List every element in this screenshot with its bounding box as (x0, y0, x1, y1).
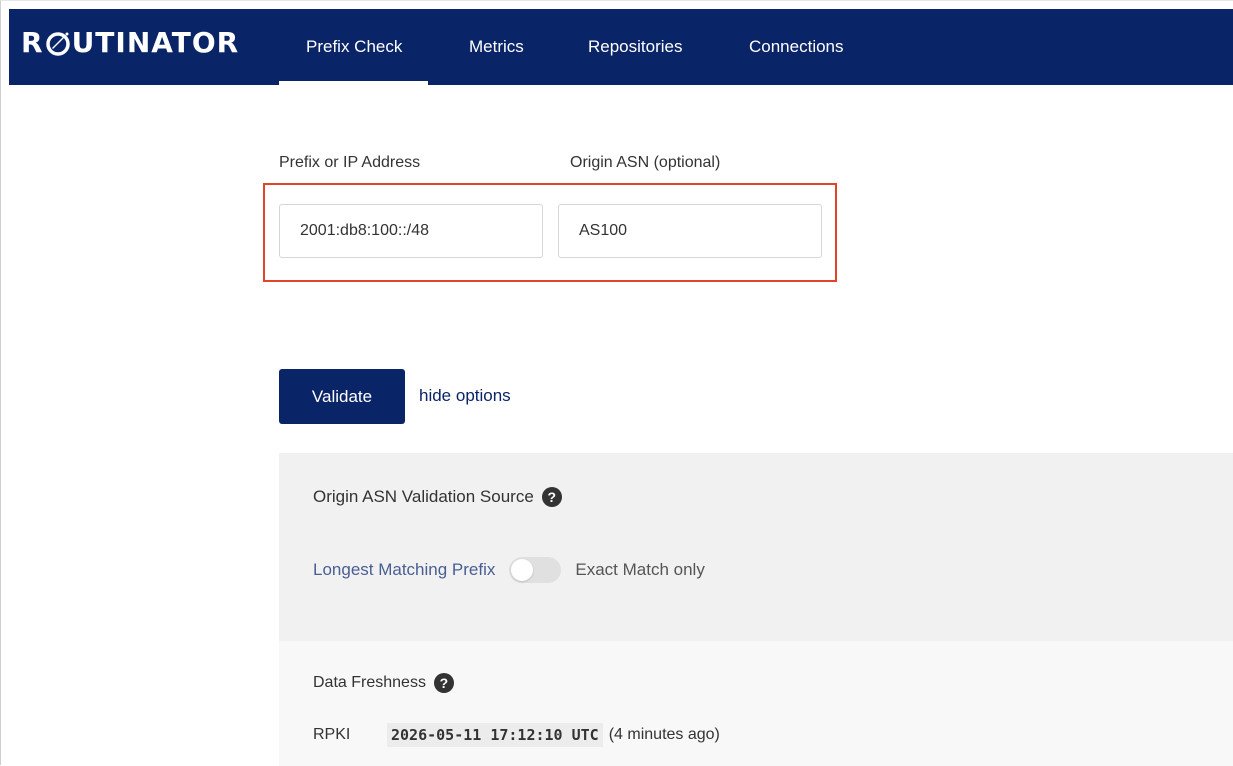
routinator-logo[interactable]: R UTINATOR (21, 25, 239, 61)
question-circle-icon[interactable]: ? (541, 487, 562, 507)
asn-input[interactable]: AS100 (558, 204, 822, 258)
data-freshness-label: Data Freshness (313, 674, 426, 691)
logo-text-rest: UTINATOR (71, 26, 240, 59)
validation-source-title: Origin ASN Validation Source ? (313, 487, 562, 507)
validation-source-label: Origin ASN Validation Source (313, 487, 534, 506)
hide-options-link[interactable]: hide options (419, 386, 511, 406)
match-mode-toggle[interactable] (509, 557, 562, 583)
data-freshness-panel: Data Freshness ? RPKI 2026-05-11 17:12:1… (279, 641, 1233, 766)
tab-label: Metrics (469, 37, 524, 56)
tab-repositories[interactable]: Repositories (588, 9, 683, 85)
tab-label: Connections (749, 37, 844, 56)
prefix-input-value: 2001:db8:100::/48 (300, 222, 430, 239)
rpki-timestamp: 2026-05-11 17:12:10 UTC (387, 723, 603, 747)
rocket-o-icon (45, 32, 70, 56)
question-circle-icon[interactable]: ? (433, 673, 454, 693)
toggle-knob (511, 559, 534, 581)
prefix-label: Prefix or IP Address (279, 154, 421, 171)
tab-label: Prefix Check (306, 37, 403, 56)
prefix-input[interactable]: 2001:db8:100::/48 (279, 204, 543, 258)
tab-prefix-check[interactable]: Prefix Check (278, 9, 429, 85)
exact-match-label[interactable]: Exact Match only (575, 560, 704, 580)
options-panel: Origin ASN Validation Source ? Longest M… (279, 453, 1233, 641)
data-freshness-title: Data Freshness ? (313, 673, 454, 693)
validate-button[interactable]: Validate (279, 369, 405, 424)
rpki-freshness-row: RPKI 2026-05-11 17:12:10 UTC (4 minutes … (313, 723, 720, 747)
app-window: R UTINATOR Prefix Check Metrics Reposito… (0, 0, 1233, 766)
logo-letter-r: R (21, 26, 44, 59)
longest-matching-prefix-label[interactable]: Longest Matching Prefix (313, 560, 495, 580)
rpki-label: RPKI (313, 726, 351, 743)
match-mode-toggle-row: Longest Matching Prefix Exact Match only (313, 557, 705, 583)
tab-connections[interactable]: Connections (749, 9, 844, 85)
asn-label: Origin ASN (optional) (570, 154, 721, 171)
tab-label: Repositories (588, 37, 683, 56)
rpki-relative-time: (4 minutes ago) (608, 726, 720, 743)
top-navbar: R UTINATOR Prefix Check Metrics Reposito… (9, 9, 1233, 85)
tab-metrics[interactable]: Metrics (469, 9, 524, 85)
asn-input-value: AS100 (579, 222, 628, 239)
